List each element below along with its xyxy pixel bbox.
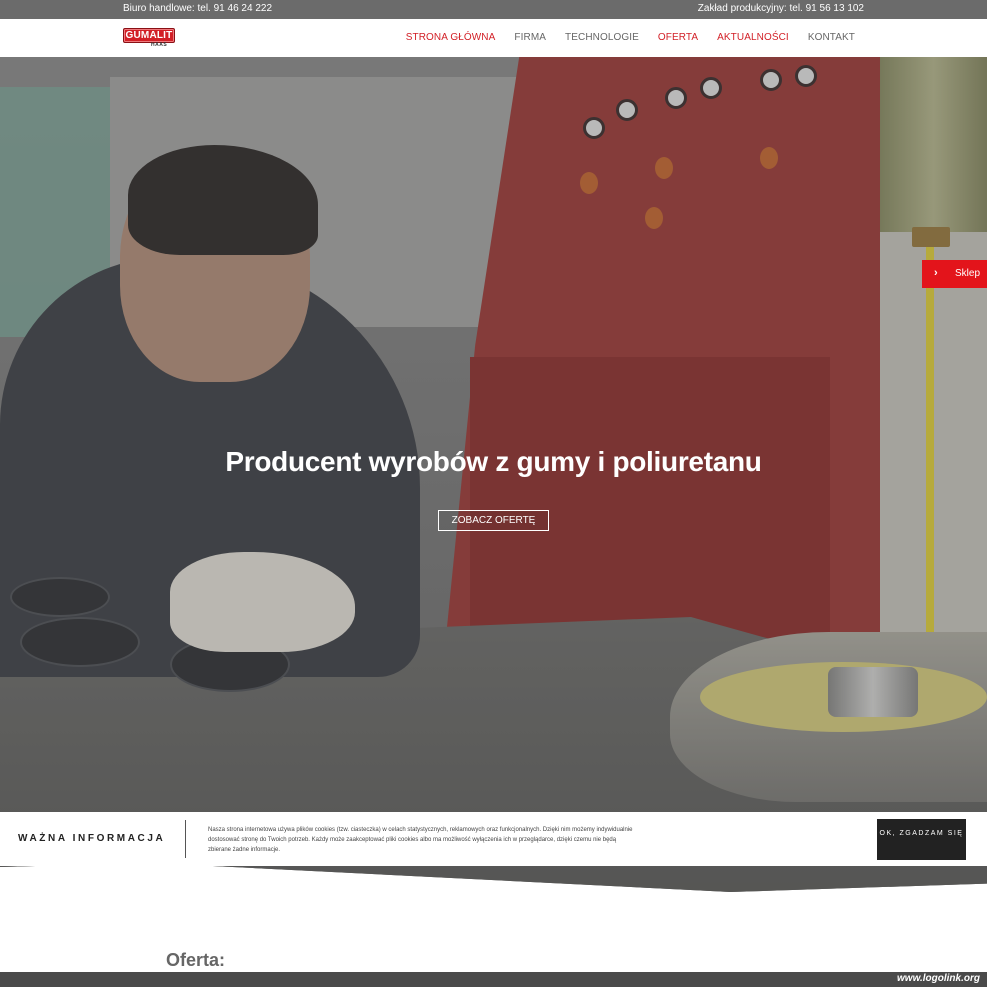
- main-nav: STRONA GŁÓWNA FIRMA TECHNOLOGIE OFERTA A…: [387, 32, 855, 43]
- watermark-bar: www.logolink.org: [0, 972, 987, 987]
- nav-firma[interactable]: FIRMA: [514, 32, 546, 43]
- top-info-bar: Biuro handlowe: tel. 91 46 24 222 Zakład…: [0, 0, 987, 19]
- shop-tab[interactable]: › Sklep: [922, 260, 987, 288]
- cookie-notice: WAŻNA INFORMACJA Nasza strona internetow…: [0, 812, 987, 866]
- office-phone[interactable]: Biuro handlowe: tel. 91 46 24 222: [123, 3, 272, 14]
- chevron-right-icon: ›: [934, 267, 938, 279]
- shop-tab-label: Sklep: [955, 268, 981, 279]
- nav-strona-glowna[interactable]: STRONA GŁÓWNA: [406, 32, 496, 43]
- nav-kontakt[interactable]: KONTAKT: [808, 32, 855, 43]
- see-offer-button[interactable]: ZOBACZ OFERTĘ: [438, 510, 549, 531]
- nav-oferta[interactable]: OFERTA: [658, 32, 698, 43]
- cookie-title: WAŻNA INFORMACJA: [18, 833, 166, 844]
- site-header: GUMALIT HAAS STRONA GŁÓWNA FIRMA TECHNOL…: [0, 19, 987, 57]
- watermark-text: www.logolink.org: [897, 973, 980, 984]
- nav-technologie[interactable]: TECHNOLOGIE: [565, 32, 639, 43]
- plant-phone[interactable]: Zakład produkcyjny: tel. 91 56 13 102: [698, 3, 864, 14]
- gumalit-logo[interactable]: GUMALIT HAAS: [123, 28, 175, 48]
- cookie-text: Nasza strona internetowa używa plików co…: [208, 827, 633, 853]
- logo-subtext: HAAS: [151, 42, 168, 48]
- cookie-accept-button[interactable]: OK, ZGADZAM SIĘ: [877, 819, 966, 860]
- hero-title: Producent wyrobów z gumy i poliuretanu: [225, 446, 762, 477]
- logo-wordmark: GUMALIT: [123, 28, 175, 43]
- hero-banner: Producent wyrobów z gumy i poliuretanu Z…: [0, 57, 987, 892]
- offer-section-title: Oferta:: [166, 950, 226, 970]
- cookie-divider: [185, 820, 186, 858]
- nav-aktualnosci[interactable]: AKTUALNOŚCI: [717, 32, 789, 43]
